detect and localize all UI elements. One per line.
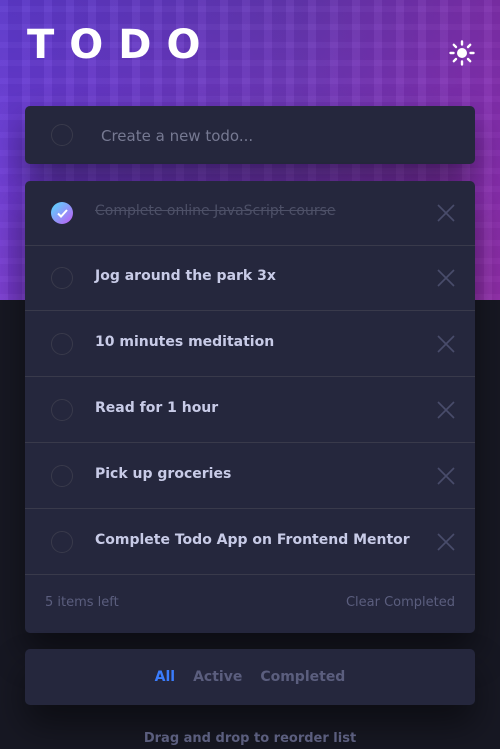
close-icon[interactable] bbox=[436, 466, 456, 486]
new-todo-circle[interactable] bbox=[51, 124, 73, 146]
sun-icon bbox=[449, 40, 475, 66]
theme-toggle-button[interactable] bbox=[446, 37, 478, 69]
drag-hint: Drag and drop to reorder list bbox=[143, 731, 357, 746]
todo-text: Complete Todo App on Frontend Mentor bbox=[95, 532, 410, 548]
todo-text: Complete online JavaScript course bbox=[95, 203, 336, 219]
close-icon[interactable] bbox=[436, 268, 456, 288]
todo-circle[interactable] bbox=[51, 531, 73, 553]
new-todo-card bbox=[25, 106, 475, 164]
items-left-count: 5 items left bbox=[45, 595, 119, 610]
todo-circle[interactable] bbox=[51, 399, 73, 421]
check-icon bbox=[56, 208, 68, 218]
todo-circle[interactable] bbox=[51, 465, 73, 487]
close-icon[interactable] bbox=[436, 203, 456, 223]
new-todo-input[interactable] bbox=[99, 118, 453, 154]
close-icon[interactable] bbox=[436, 532, 456, 552]
todo-text: Jog around the park 3x bbox=[95, 268, 276, 284]
checked-circle-icon[interactable] bbox=[51, 202, 73, 224]
clear-completed-button[interactable]: Clear Completed bbox=[346, 595, 455, 610]
close-icon[interactable] bbox=[436, 400, 456, 420]
todo-text: Pick up groceries bbox=[95, 466, 232, 482]
todo-item[interactable]: Complete Todo App on Frontend Mentor bbox=[25, 510, 475, 575]
filter-active[interactable]: Active bbox=[193, 669, 242, 685]
list-footer: 5 items left Clear Completed bbox=[25, 576, 475, 633]
todo-text: 10 minutes meditation bbox=[95, 334, 275, 350]
filter-all[interactable]: All bbox=[155, 669, 175, 685]
todo-list: Complete online JavaScript course Jog ar… bbox=[25, 181, 475, 633]
app-title: TODO bbox=[27, 22, 216, 68]
todo-item[interactable]: Read for 1 hour bbox=[25, 378, 475, 443]
todo-circle[interactable] bbox=[51, 333, 73, 355]
filter-completed[interactable]: Completed bbox=[260, 669, 345, 685]
todo-item[interactable]: Pick up groceries bbox=[25, 444, 475, 509]
todo-item[interactable]: Complete online JavaScript course bbox=[25, 181, 475, 246]
todo-item[interactable]: Jog around the park 3x bbox=[25, 246, 475, 311]
todo-item[interactable]: 10 minutes meditation bbox=[25, 312, 475, 377]
todo-circle[interactable] bbox=[51, 267, 73, 289]
close-icon[interactable] bbox=[436, 334, 456, 354]
todo-text: Read for 1 hour bbox=[95, 400, 219, 416]
filter-bar: All Active Completed bbox=[25, 649, 475, 705]
